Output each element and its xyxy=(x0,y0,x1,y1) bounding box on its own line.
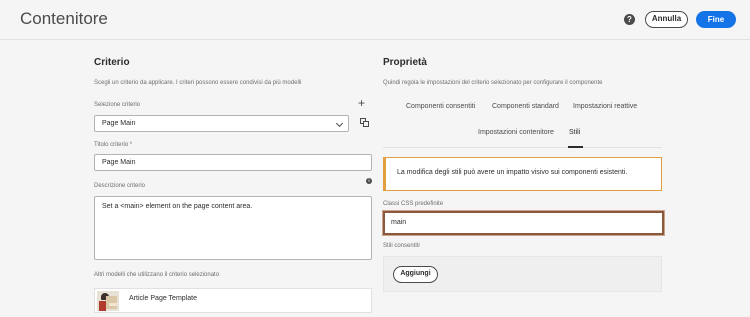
help-icon[interactable]: ? xyxy=(624,14,635,25)
active-tab-indicator xyxy=(568,146,583,148)
info-icon[interactable]: i xyxy=(366,178,372,184)
policy-select-value: Page Main xyxy=(102,120,136,127)
allowed-styles-panel: Aggiungi xyxy=(383,256,662,292)
tab-styles[interactable]: Stili xyxy=(569,129,580,136)
policy-title-value: Page Main xyxy=(102,159,136,166)
warning-alert: La modifica degli stili può avere un imp… xyxy=(383,157,662,191)
policy-description-value: Set a <main> element on the page content… xyxy=(102,203,253,210)
policy-title-label: Titolo criterio * xyxy=(94,142,133,148)
duplicate-policy-icon[interactable] xyxy=(360,118,369,127)
template-thumbnail xyxy=(97,291,119,311)
policy-description-label: Descrizione criterio xyxy=(94,183,146,189)
template-name: Article Page Template xyxy=(129,295,197,302)
properties-section-title: Proprietà xyxy=(383,57,427,68)
done-button[interactable]: Fine xyxy=(696,11,736,28)
css-classes-value: main xyxy=(391,219,407,226)
allowed-styles-label: Stili consentiti xyxy=(383,243,420,249)
css-classes-field[interactable]: main xyxy=(382,210,665,236)
policy-description: Scegli un criterio da applicare. I crite… xyxy=(94,80,302,86)
page-title: Contenitore xyxy=(20,9,108,28)
cancel-button[interactable]: Annulla xyxy=(645,11,688,28)
other-templates-label: Altri modelli che utilizzano il criterio… xyxy=(94,272,220,278)
policy-description-field[interactable]: Set a <main> element on the page content… xyxy=(94,196,372,260)
tab-responsive-settings[interactable]: Impostazioni reattive xyxy=(573,103,637,110)
alert-text: La modifica degli stili può avere un imp… xyxy=(397,169,628,176)
add-style-button[interactable]: Aggiungi xyxy=(393,266,438,283)
template-list-item[interactable]: Article Page Template xyxy=(94,288,372,313)
chevron-down-icon xyxy=(335,119,344,128)
policy-select[interactable]: Page Main xyxy=(94,115,349,132)
tab-container-settings[interactable]: Impostazioni contenitore xyxy=(478,129,554,136)
properties-description: Quindi regola le impostazioni del criter… xyxy=(383,80,603,86)
title-bar: Contenitore ? Annulla Fine xyxy=(0,0,750,40)
policy-select-label: Selezione criterio xyxy=(94,102,141,108)
policy-section-title: Criterio xyxy=(94,57,130,68)
add-policy-icon[interactable]: + xyxy=(358,97,365,109)
tab-default-components[interactable]: Componenti standard xyxy=(492,103,559,110)
css-classes-label: Classi CSS predefinite xyxy=(383,201,444,207)
tabs-divider xyxy=(383,147,662,148)
policy-title-field[interactable]: Page Main xyxy=(94,154,372,171)
tab-allowed-components[interactable]: Componenti consentiti xyxy=(406,103,475,110)
